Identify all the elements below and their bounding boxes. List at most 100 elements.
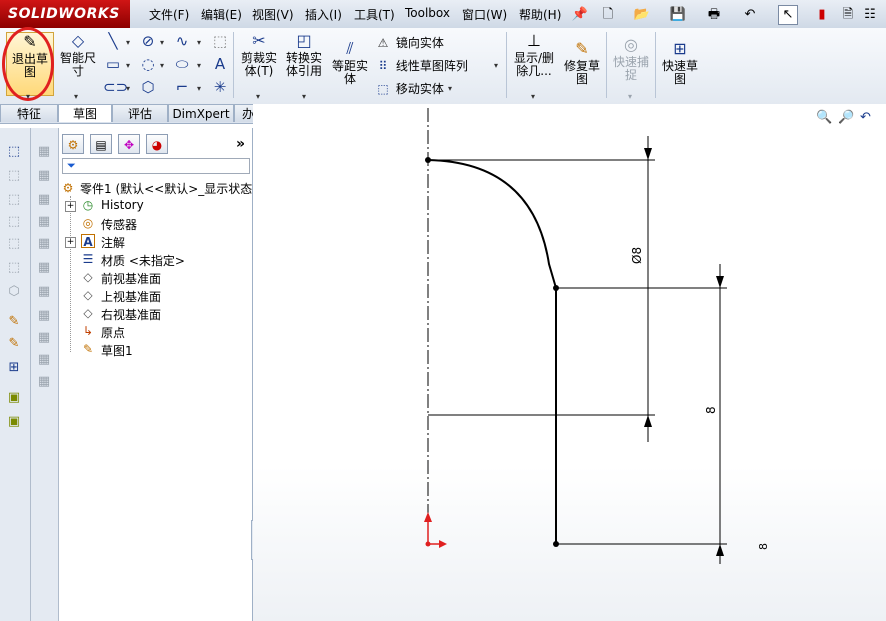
extrude-icon[interactable]: ⬚ bbox=[6, 144, 22, 160]
profile-arc[interactable] bbox=[427, 159, 557, 289]
partial-dimension-text[interactable]: 8 bbox=[757, 543, 770, 550]
rebuild-icon[interactable]: ▮ bbox=[812, 5, 832, 25]
sketch-grid-icon[interactable]: ⬚ bbox=[210, 32, 230, 50]
menu-view[interactable]: 视图(V) bbox=[252, 6, 294, 23]
boundary-icon[interactable]: ⬚ bbox=[6, 236, 22, 252]
mirror-entities-button[interactable]: ⚠ 镜向实体 bbox=[374, 34, 444, 51]
expand-toggle-icon[interactable]: + bbox=[65, 201, 76, 212]
fillet-icon[interactable]: ⌐ bbox=[172, 78, 192, 96]
point-icon[interactable]: ✳ bbox=[210, 78, 230, 96]
sketch-canvas[interactable]: Ø8 8 8 bbox=[253, 104, 886, 621]
file-properties-icon[interactable]: 🗎 bbox=[838, 5, 858, 25]
rapid-sketch-button[interactable]: ⊞ 快速草 图 bbox=[659, 40, 701, 86]
layer-icon[interactable]: ▣ bbox=[6, 390, 22, 406]
tree-item-history[interactable]: History bbox=[101, 198, 144, 212]
property-manager-tab-icon[interactable]: ▤ bbox=[90, 134, 112, 154]
shell-icon[interactable]: ⬡ bbox=[6, 284, 22, 300]
smart-dimension-button[interactable]: ◇ 智能尺 寸 bbox=[58, 32, 98, 78]
menu-file[interactable]: 文件(F) bbox=[149, 6, 189, 23]
menu-tools[interactable]: 工具(T) bbox=[354, 6, 395, 23]
menu-insert[interactable]: 插入(I) bbox=[305, 6, 342, 23]
configuration-tab-icon[interactable]: ✥ bbox=[118, 134, 140, 154]
undo-icon[interactable]: ↶ bbox=[740, 5, 760, 25]
tab-evaluate[interactable]: 评估 bbox=[112, 104, 168, 122]
tree-item-material[interactable]: 材质 <未指定> bbox=[101, 252, 185, 269]
sketch-edit-icon[interactable]: ✎ bbox=[6, 314, 22, 330]
feature-icon[interactable]: ▦ bbox=[36, 214, 52, 230]
tree-item-right-plane[interactable]: 右视基准面 bbox=[101, 306, 161, 323]
open-folder-icon[interactable]: 📂 bbox=[632, 5, 652, 25]
feature-4-icon[interactable]: ▦ bbox=[36, 284, 52, 300]
offset-entities-button[interactable]: ⫽ 等距实 体 bbox=[330, 40, 370, 86]
sweep-icon[interactable]: ⬚ bbox=[6, 192, 22, 208]
chevron-down-icon[interactable]: ▾ bbox=[74, 92, 78, 101]
options-icon[interactable]: ☷ bbox=[860, 5, 880, 25]
feature-5-icon[interactable]: ▦ bbox=[36, 308, 52, 324]
chevron-down-icon[interactable]: ▾ bbox=[197, 61, 201, 70]
feature-6-icon[interactable]: ▦ bbox=[36, 330, 52, 346]
feature-8-icon[interactable]: ▦ bbox=[36, 374, 52, 390]
text-icon[interactable]: A bbox=[210, 55, 230, 73]
tree-item-annotations[interactable]: 注解 bbox=[101, 234, 125, 251]
grid-icon[interactable]: ▦ bbox=[36, 168, 52, 184]
chevron-down-icon[interactable]: ▾ bbox=[197, 84, 201, 93]
tree-item-origin[interactable]: 原点 bbox=[101, 324, 125, 341]
feature-2-icon[interactable]: ▦ bbox=[36, 236, 52, 252]
tab-dimxpert[interactable]: DimXpert bbox=[168, 104, 234, 122]
chevron-down-icon[interactable]: ▾ bbox=[256, 92, 260, 101]
display-manager-tab-icon[interactable]: ◕ bbox=[146, 134, 168, 154]
chevron-down-icon[interactable]: ▾ bbox=[628, 92, 632, 101]
select-cursor-icon[interactable]: ↖ bbox=[778, 5, 798, 25]
chevron-down-icon[interactable]: ▾ bbox=[126, 38, 130, 47]
tree-root-part[interactable]: 零件1 (默认<<默认>_显示状态 bbox=[80, 180, 252, 197]
expand-panel-icon[interactable]: » bbox=[236, 136, 245, 152]
pattern-icon[interactable]: ▦ bbox=[36, 192, 52, 208]
chevron-down-icon[interactable]: ▾ bbox=[494, 61, 498, 70]
line-icon[interactable]: ╲ bbox=[103, 32, 123, 50]
display-delete-relations-button[interactable]: ⊥ 显示/删 除几... bbox=[510, 32, 558, 78]
tab-features[interactable]: 特征 bbox=[0, 104, 58, 122]
feature-3-icon[interactable]: ▦ bbox=[36, 260, 52, 276]
feature-7-icon[interactable]: ▦ bbox=[36, 352, 52, 368]
tree-item-sensors[interactable]: 传感器 bbox=[101, 216, 137, 233]
new-document-icon[interactable]: 🗋 bbox=[598, 5, 618, 25]
diameter-dimension-text[interactable]: Ø8 bbox=[630, 247, 644, 264]
print-icon[interactable]: 🖶 bbox=[704, 5, 724, 25]
chevron-down-icon[interactable]: ▾ bbox=[531, 92, 535, 101]
ellipse-icon[interactable]: ⬭ bbox=[172, 55, 192, 73]
tree-item-top-plane[interactable]: 上视基准面 bbox=[101, 288, 161, 305]
loft-icon[interactable]: ⬚ bbox=[6, 214, 22, 230]
quick-snaps-button[interactable]: ◎ 快速捕 捉 bbox=[610, 36, 652, 82]
polygon-icon[interactable]: ⬡ bbox=[138, 78, 158, 96]
chevron-down-icon[interactable]: ▾ bbox=[126, 84, 130, 93]
pin-icon[interactable]: 📌 bbox=[570, 5, 590, 25]
chevron-down-icon[interactable]: ▾ bbox=[302, 92, 306, 101]
chevron-down-icon[interactable]: ▾ bbox=[197, 38, 201, 47]
relations-strip-icon[interactable]: ⊞ bbox=[6, 360, 22, 376]
height-dimension-text[interactable]: 8 bbox=[704, 406, 718, 414]
menu-window[interactable]: 窗口(W) bbox=[462, 6, 507, 23]
solidworks-logo[interactable]: SOLIDWORKS bbox=[0, 0, 130, 28]
rectangle-icon[interactable]: ▭ bbox=[103, 55, 123, 73]
chevron-down-icon[interactable]: ▾ bbox=[160, 61, 164, 70]
menu-toolbox[interactable]: Toolbox bbox=[405, 6, 450, 20]
revolve-icon[interactable]: ⬚ bbox=[6, 168, 22, 184]
repair-sketch-button[interactable]: ✎ 修复草 图 bbox=[561, 40, 603, 86]
expand-toggle-icon[interactable]: + bbox=[65, 237, 76, 248]
spline-icon[interactable]: ∿ bbox=[172, 32, 192, 50]
filter-field[interactable]: ⏷ bbox=[62, 158, 250, 174]
chevron-down-icon[interactable]: ▾ bbox=[126, 61, 130, 70]
move-entities-button[interactable]: ⬚ 移动实体 bbox=[374, 80, 444, 97]
linear-pattern-button[interactable]: ⠿ 线性草图阵列 bbox=[374, 57, 468, 74]
convert-entities-button[interactable]: ◰ 转换实 体引用 bbox=[283, 32, 325, 78]
table-icon[interactable]: ▦ bbox=[36, 144, 52, 160]
tab-sketch[interactable]: 草图 bbox=[58, 104, 112, 122]
chevron-down-icon[interactable]: ▾ bbox=[26, 92, 30, 101]
save-icon[interactable]: 💾 bbox=[668, 5, 688, 25]
trim-entities-button[interactable]: ✂ 剪裁实 体(T) bbox=[238, 32, 280, 78]
chevron-down-icon[interactable]: ▾ bbox=[160, 38, 164, 47]
tree-item-sketch1[interactable]: 草图1 bbox=[101, 342, 133, 359]
menu-edit[interactable]: 编辑(E) bbox=[201, 6, 242, 23]
chevron-down-icon[interactable]: ▾ bbox=[448, 84, 452, 93]
arc-icon[interactable]: ◌ bbox=[138, 55, 158, 73]
